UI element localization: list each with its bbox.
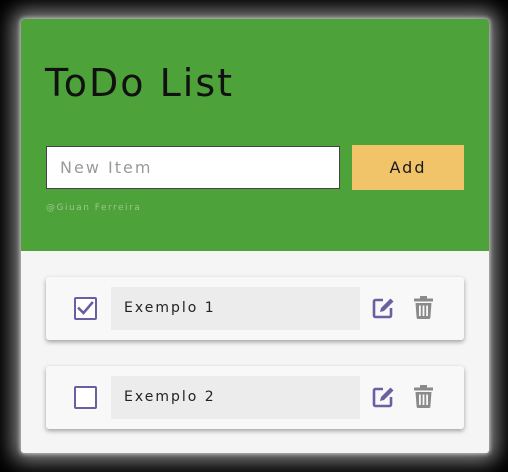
todo-item: Exemplo 2 [46,366,464,429]
todo-card: ToDo List Add @Giuan Ferreira Exemplo 1 … [21,19,489,453]
item-checkbox[interactable] [74,297,97,320]
add-button[interactable]: Add [352,145,464,190]
new-item-input[interactable] [46,146,340,189]
page-title: ToDo List [45,61,235,105]
todo-item: Exemplo 1 [46,277,464,340]
item-label[interactable]: Exemplo 1 [111,287,360,330]
check-icon [77,301,94,315]
item-checkbox[interactable] [74,386,97,409]
edit-icon[interactable] [372,297,395,319]
author-credit: @Giuan Ferreira [46,203,142,213]
trash-icon[interactable] [414,385,433,408]
item-label[interactable]: Exemplo 2 [111,376,360,419]
edit-icon[interactable] [372,386,395,408]
trash-icon[interactable] [414,296,433,319]
todo-header: ToDo List Add @Giuan Ferreira [21,19,489,251]
